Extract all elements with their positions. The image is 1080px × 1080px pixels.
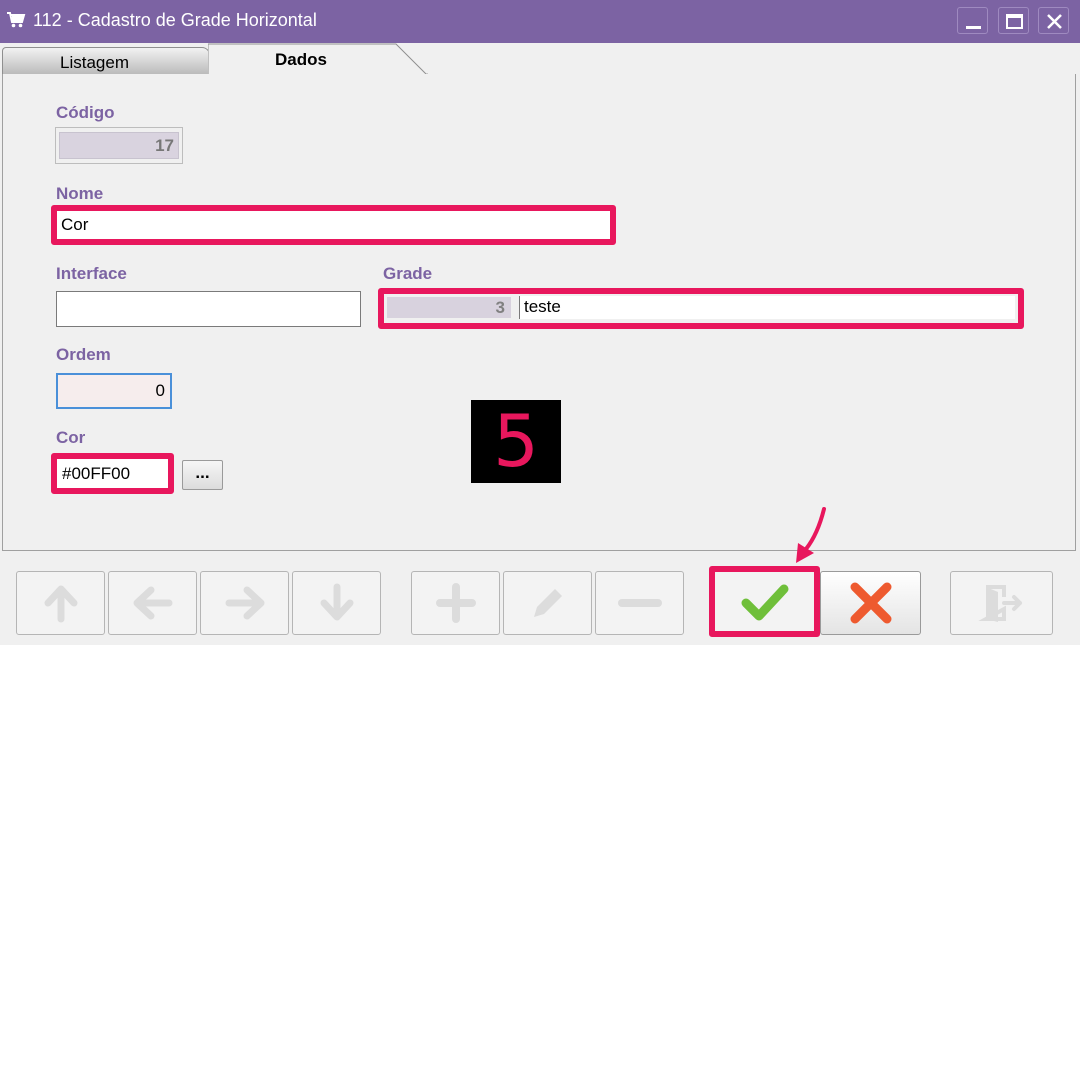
minimize-icon [966,26,981,29]
arrow-up-icon [44,585,77,623]
color-picker-button[interactable]: ... [182,460,223,490]
interface-label: Interface [56,264,127,283]
first-record-button[interactable] [16,571,105,635]
nome-input[interactable]: Cor [57,211,610,239]
arrow-left-icon [133,586,172,620]
close-button[interactable] [1038,7,1069,34]
tab-strip: Listagem Dados [0,43,1080,75]
confirm-button[interactable] [715,572,814,631]
edit-button[interactable] [503,571,592,635]
next-record-button[interactable] [200,571,289,635]
delete-button[interactable] [595,571,684,635]
tab-dados-label: Dados [275,50,327,69]
grade-label: Grade [383,264,433,283]
plus-icon [435,583,476,623]
previous-record-button[interactable] [108,571,197,635]
title-bar: 112 - Cadastro de Grade Horizontal [0,0,1080,43]
tab-listagem-label: Listagem [60,53,129,72]
arrow-down-icon [320,583,353,621]
exit-door-icon [977,585,1022,622]
minus-icon [617,599,662,607]
cancel-button[interactable] [820,571,921,635]
nome-label: Nome [56,184,104,203]
last-record-button[interactable] [292,571,381,635]
window-title: 112 - Cadastro de Grade Horizontal [33,10,317,30]
exit-button[interactable] [950,571,1053,635]
maximize-icon [1006,14,1023,29]
tab-dados[interactable]: Dados [208,43,428,75]
tab-listagem[interactable]: Listagem [2,47,210,75]
codigo-field: 17 [55,127,183,164]
checkmark-icon [741,584,788,620]
ordem-input[interactable]: 0 [56,373,172,409]
add-button[interactable] [411,571,500,635]
cor-label: Cor [56,428,86,447]
codigo-value: 17 [59,132,179,159]
cor-input[interactable]: #00FF00 [57,459,168,488]
ordem-label: Ordem [56,345,111,364]
annotation-arrow-icon [796,507,826,563]
toolbar [0,560,1080,645]
interface-input[interactable] [56,291,361,327]
shopping-cart-icon [6,10,26,30]
app-window: 112 - Cadastro de Grade Horizontal Lista… [0,0,1080,645]
arrow-right-icon [225,586,264,620]
grade-id-field: 3 [387,297,511,318]
x-icon [850,582,891,624]
maximize-button[interactable] [998,7,1029,34]
step-number-badge: 5 [471,400,561,483]
close-icon [1047,14,1062,29]
minimize-button[interactable] [957,7,988,34]
codigo-label: Código [56,103,115,122]
grade-name-input[interactable]: teste [519,296,1015,319]
pencil-icon [533,589,562,617]
